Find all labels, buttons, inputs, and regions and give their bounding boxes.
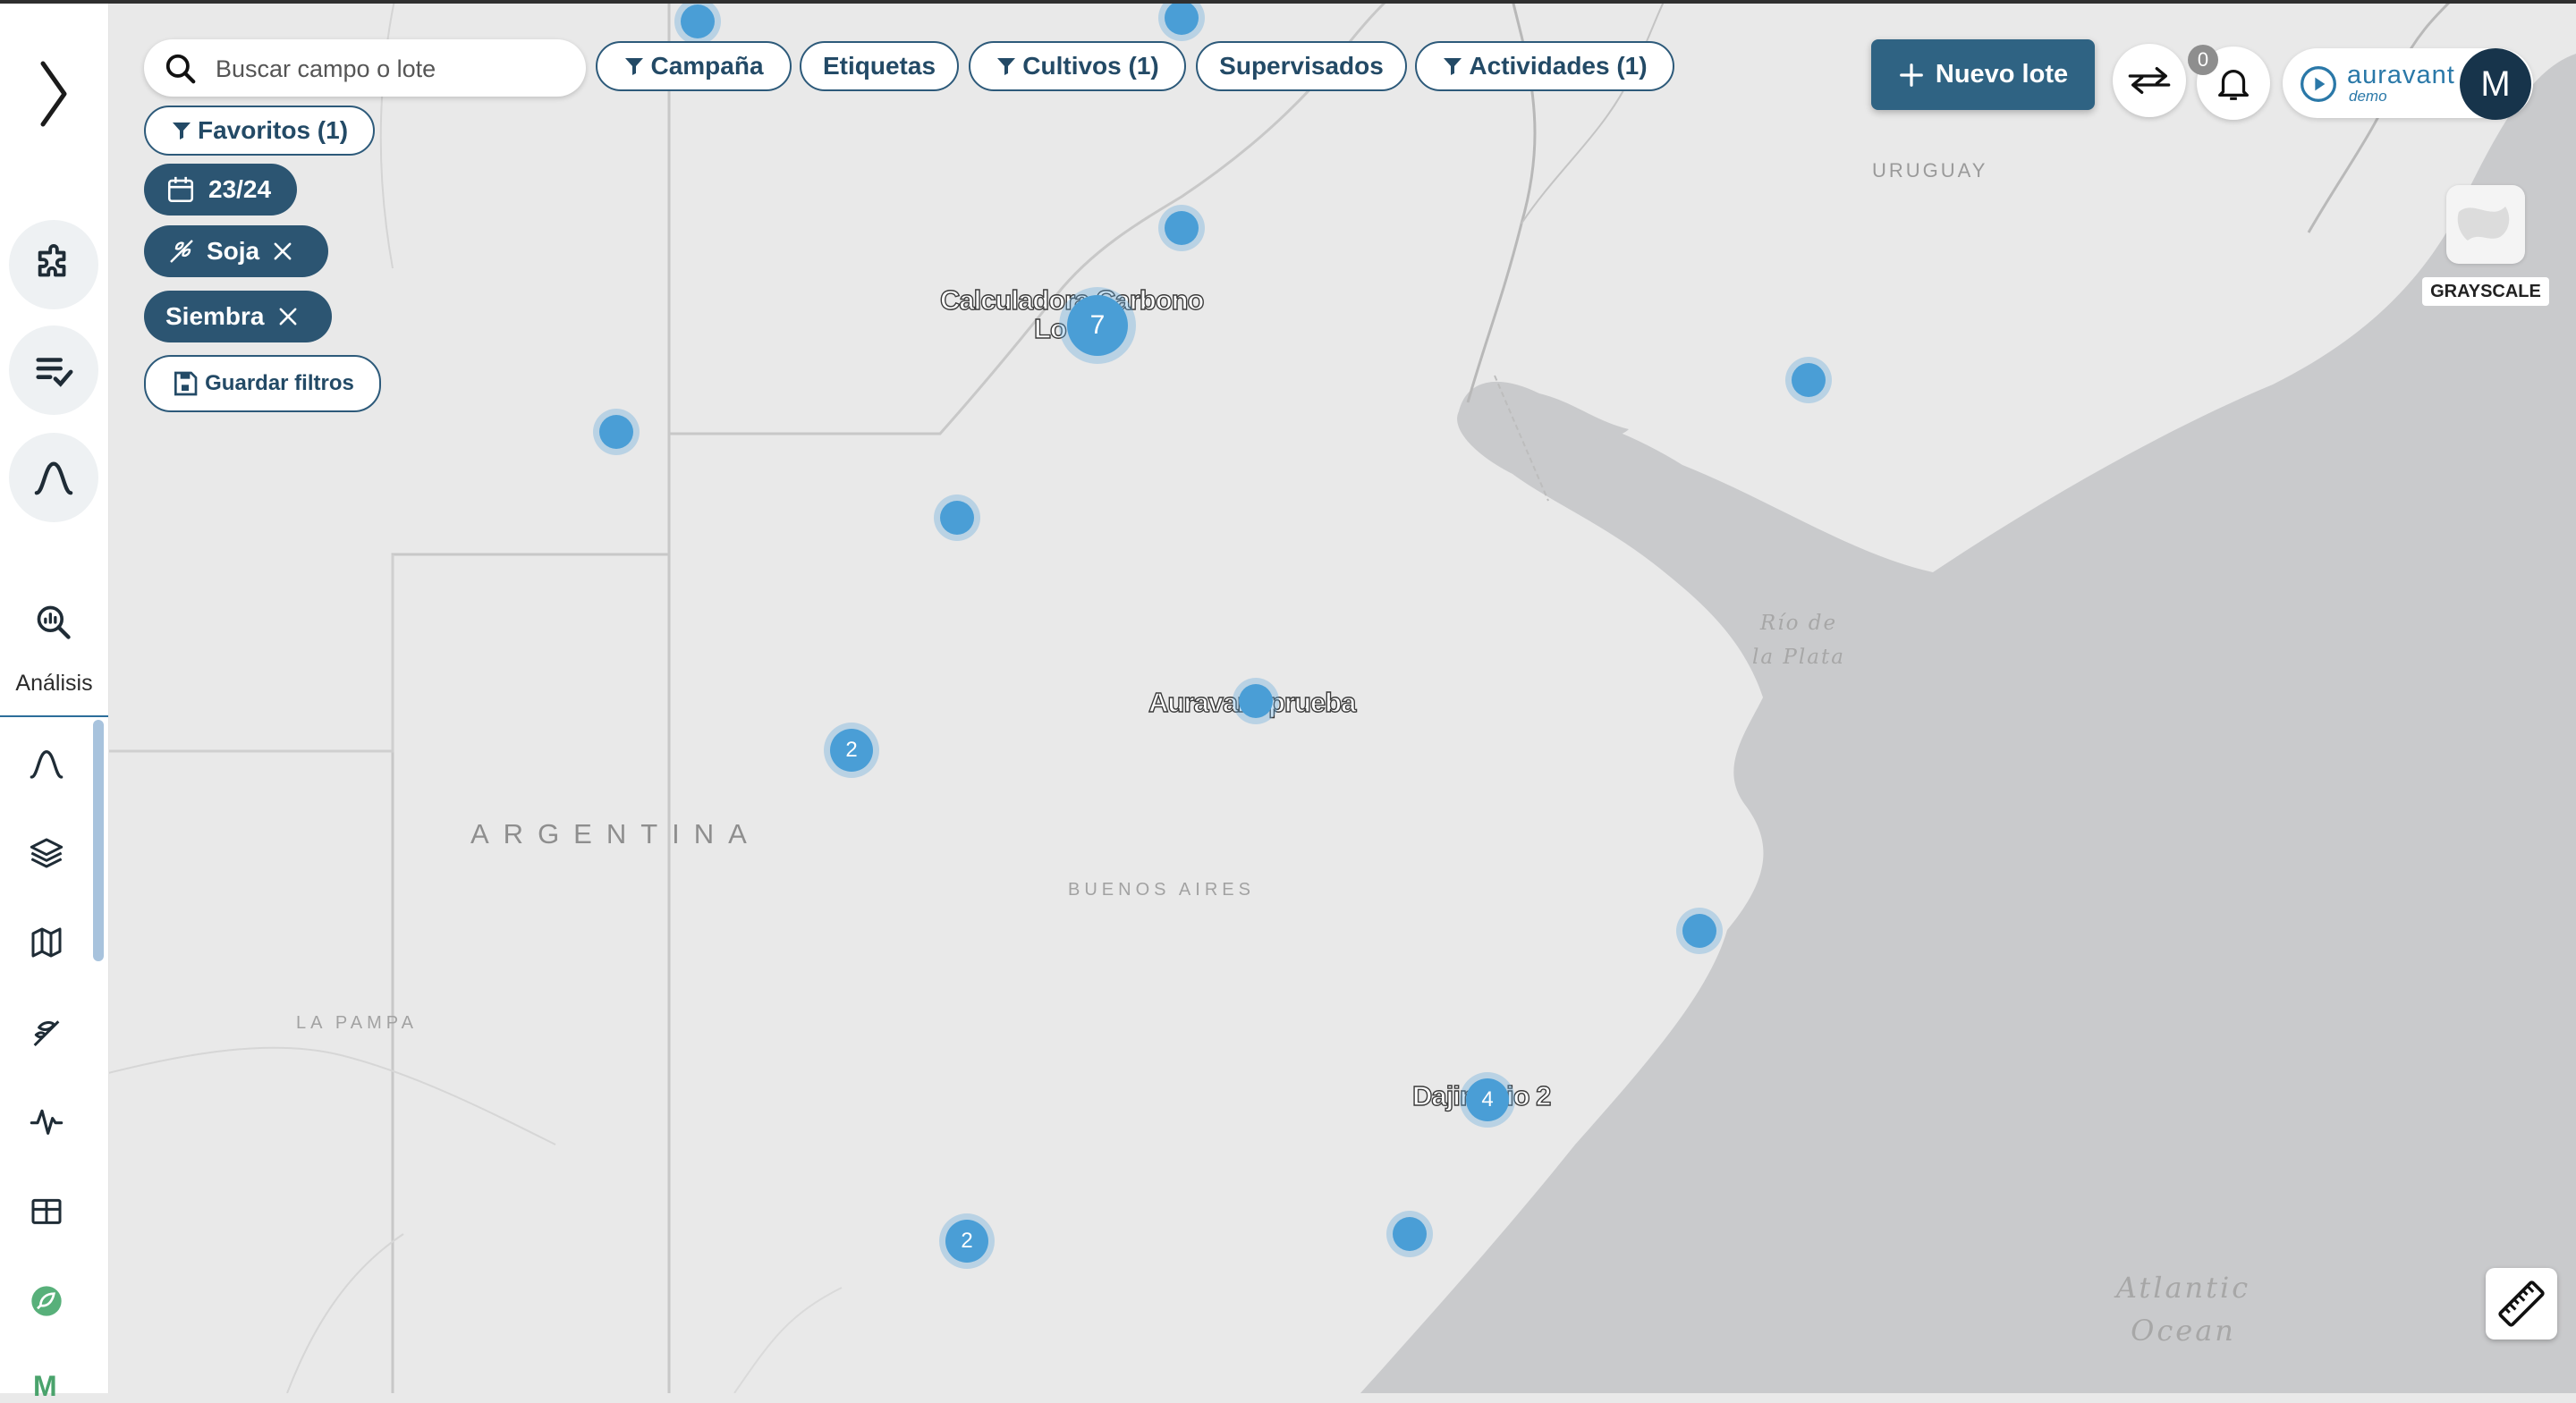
filter-campaign-button[interactable]: Campaña bbox=[596, 41, 792, 91]
puzzle-icon bbox=[38, 244, 66, 277]
filter-favorites-label: Favoritos (1) bbox=[197, 116, 349, 144]
crop-sprout-icon[interactable] bbox=[25, 1010, 68, 1053]
measure-button[interactable] bbox=[2486, 1268, 2557, 1340]
lot-marker[interactable] bbox=[1792, 363, 1826, 397]
sidebar-plugins-button[interactable] bbox=[9, 220, 98, 309]
ruler-icon bbox=[2498, 1280, 2545, 1327]
sidebar-analysis-label[interactable]: Análisis bbox=[0, 671, 108, 697]
lot-marker[interactable] bbox=[1165, 1, 1199, 35]
map-canvas[interactable]: ARGENTINA BUENOS AIRES LA PAMPA URUGUAY … bbox=[108, 0, 2576, 1393]
lot-marker[interactable] bbox=[1393, 1217, 1427, 1251]
swap-button[interactable] bbox=[2113, 44, 2186, 117]
lot-marker[interactable] bbox=[1165, 211, 1199, 245]
filter-supervised-label: Supervisados bbox=[1219, 52, 1384, 80]
filter-favorites-button[interactable]: Favoritos (1) bbox=[144, 106, 375, 156]
soy-icon bbox=[170, 240, 193, 263]
window-top-border bbox=[0, 0, 2576, 4]
plus-icon bbox=[1900, 63, 1923, 87]
active-filter-activity[interactable]: Siembra bbox=[144, 291, 332, 342]
sidebar-tasks-button[interactable] bbox=[9, 325, 98, 415]
filter-crops-button[interactable]: Cultivos (1) bbox=[969, 41, 1186, 91]
sidebar-curve-button[interactable] bbox=[9, 433, 98, 522]
filter-activities-label: Actividades (1) bbox=[1469, 52, 1648, 80]
map-label-river: Río de la Plata bbox=[1727, 606, 1870, 674]
basemap-preview bbox=[2457, 207, 2510, 241]
filter-supervised-button[interactable]: Supervisados bbox=[1196, 41, 1407, 91]
save-filters-button[interactable]: Guardar filtros bbox=[144, 355, 381, 412]
search-input[interactable] bbox=[214, 39, 575, 98]
expand-chevron-icon[interactable] bbox=[27, 54, 80, 134]
search-icon bbox=[165, 54, 196, 84]
filter-icon bbox=[172, 123, 191, 139]
sidebar-scrollbar[interactable] bbox=[93, 720, 104, 961]
bell-curve-icon bbox=[34, 461, 73, 495]
filter-tags-label: Etiquetas bbox=[822, 52, 936, 80]
map-label-province: BUENOS AIRES bbox=[1068, 880, 1255, 900]
activity-pulse-icon[interactable] bbox=[25, 1100, 68, 1143]
close-icon[interactable] bbox=[270, 239, 295, 264]
bell-icon bbox=[2218, 70, 2249, 100]
brand-name: auravant bbox=[2347, 61, 2455, 89]
map-label-ocean-line1: Atlantic bbox=[2115, 1271, 2251, 1305]
basemap-style-label[interactable]: GRAYSCALE bbox=[2422, 277, 2549, 306]
active-filter-crop[interactable]: Soja bbox=[144, 225, 328, 277]
layers-icon[interactable] bbox=[25, 832, 68, 875]
filter-icon bbox=[997, 58, 1016, 75]
map-label-province-west: LA PAMPA bbox=[296, 1013, 418, 1033]
analysis-search-icon[interactable] bbox=[31, 600, 76, 645]
curve-icon[interactable] bbox=[25, 742, 68, 785]
table-icon[interactable] bbox=[25, 1189, 68, 1232]
brand-subtitle: demo bbox=[2349, 88, 2387, 105]
lot-marker[interactable] bbox=[1239, 684, 1273, 718]
user-avatar[interactable]: M bbox=[2460, 48, 2531, 120]
filter-campaign-label: Campaña bbox=[650, 52, 764, 80]
filter-icon bbox=[625, 58, 644, 75]
map-label-country: ARGENTINA bbox=[470, 818, 761, 849]
save-filters-label: Guardar filtros bbox=[205, 371, 354, 395]
map-label-river-line1: Río de bbox=[1759, 612, 1838, 635]
swap-arrows-icon bbox=[2128, 66, 2171, 94]
lot-cluster[interactable]: 2 bbox=[830, 729, 873, 772]
lot-marker[interactable] bbox=[940, 501, 974, 535]
active-filter-crop-label: Soja bbox=[207, 237, 260, 265]
sidebar-divider bbox=[0, 715, 108, 717]
map-label-ocean: Atlantic Ocean bbox=[2094, 1266, 2273, 1352]
new-lot-button[interactable]: Nuevo lote bbox=[1871, 39, 2095, 110]
lot-marker[interactable] bbox=[599, 415, 633, 449]
sidebar-bottom-initial[interactable]: M bbox=[33, 1370, 57, 1403]
map-icon[interactable] bbox=[25, 921, 68, 964]
basemap-thumbnail[interactable] bbox=[2446, 185, 2525, 264]
map-label-ocean-line2: Ocean bbox=[2131, 1314, 2236, 1348]
eco-leaf-icon[interactable] bbox=[27, 1281, 66, 1321]
list-check-icon bbox=[36, 358, 73, 387]
filter-tags-button[interactable]: Etiquetas bbox=[800, 41, 959, 91]
filter-activities-button[interactable]: Actividades (1) bbox=[1415, 41, 1674, 91]
active-filter-season[interactable]: 23/24 bbox=[144, 164, 297, 216]
lot-cluster[interactable]: 2 bbox=[945, 1220, 988, 1263]
new-lot-label: Nuevo lote bbox=[1935, 60, 2069, 89]
lot-cluster[interactable]: 4 bbox=[1466, 1078, 1509, 1121]
lot-marker[interactable] bbox=[1682, 914, 1716, 948]
map-label-river-line2: la Plata bbox=[1752, 646, 1845, 669]
active-filter-activity-label: Siembra bbox=[165, 302, 265, 330]
notifications-count-badge: 0 bbox=[2188, 45, 2218, 75]
calendar-icon bbox=[167, 176, 194, 203]
filter-icon bbox=[1444, 58, 1462, 75]
save-icon bbox=[174, 371, 198, 396]
lot-label-lo: Lo bbox=[1033, 312, 1067, 344]
play-circle-icon bbox=[2301, 66, 2336, 102]
lot-cluster[interactable]: 7 bbox=[1067, 295, 1128, 356]
map-label-neighbor: URUGUAY bbox=[1872, 159, 1988, 182]
sidebar: Análisis M bbox=[0, 0, 109, 1402]
filter-crops-label: Cultivos (1) bbox=[1022, 52, 1159, 80]
active-filter-season-label: 23/24 bbox=[208, 175, 272, 203]
lot-marker[interactable] bbox=[681, 4, 715, 38]
close-icon[interactable] bbox=[275, 304, 301, 329]
search-bar[interactable] bbox=[144, 39, 586, 98]
